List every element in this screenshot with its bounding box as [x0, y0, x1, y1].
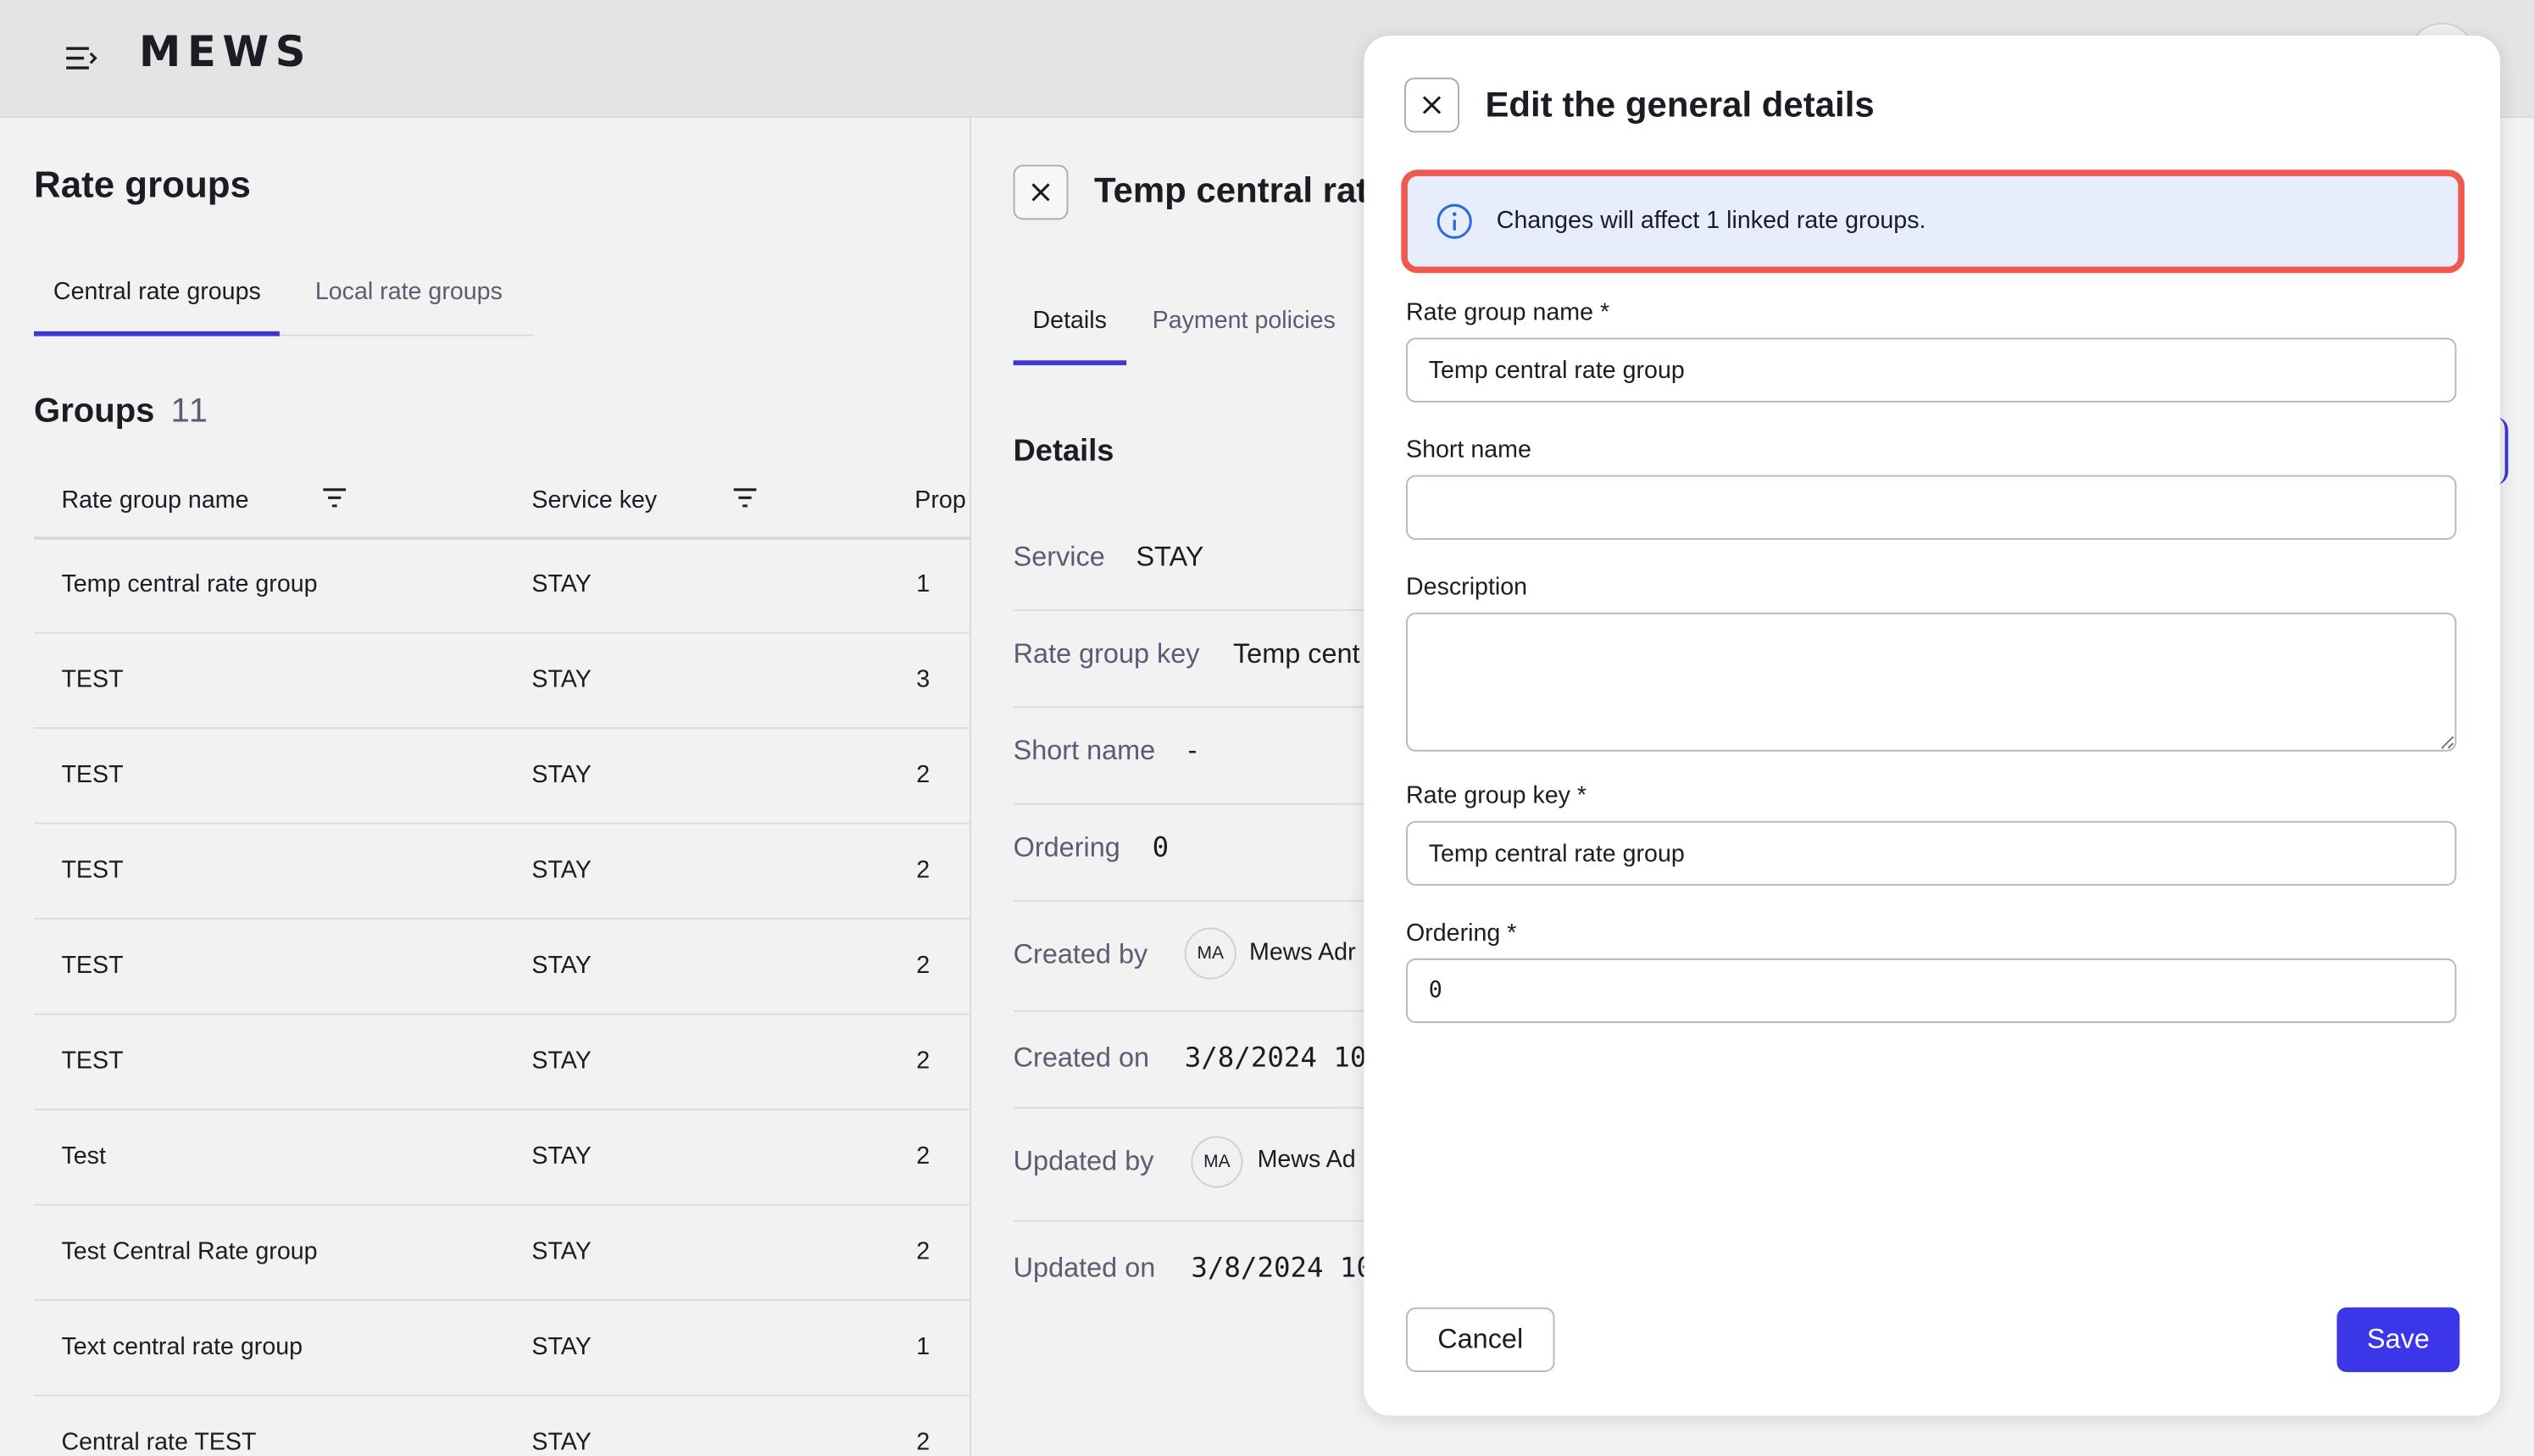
- cancel-button[interactable]: Cancel: [1406, 1307, 1555, 1372]
- cell-rate-group-name: Test: [61, 1142, 106, 1170]
- tab-local-rate-groups[interactable]: Local rate groups: [296, 264, 522, 331]
- cell-service-key: STAY: [531, 1333, 592, 1361]
- cell-rate-group-name: TEST: [61, 665, 124, 694]
- filter-icon[interactable]: [321, 486, 347, 509]
- cell-rate-group-name: Test Central Rate group: [61, 1237, 318, 1266]
- cell-properties: 1: [916, 570, 931, 598]
- table-row[interactable]: TEST STAY 2: [34, 729, 970, 825]
- cell-service-key: STAY: [531, 1428, 592, 1456]
- table-row[interactable]: Central rate TEST STAY 2: [34, 1397, 970, 1456]
- cell-service-key: STAY: [531, 665, 592, 694]
- cell-service-key: STAY: [531, 1047, 592, 1075]
- detail-value: Mews Ad: [1257, 1145, 1356, 1174]
- detail-label: Updated on: [1013, 1252, 1156, 1284]
- table-row[interactable]: TEST STAY 3: [34, 634, 970, 730]
- table-row[interactable]: TEST STAY 2: [34, 920, 970, 1015]
- table-row[interactable]: Temp central rate group STAY 1: [34, 538, 970, 634]
- detail-label: Created by: [1013, 938, 1148, 970]
- cell-service-key: STAY: [531, 952, 592, 980]
- cell-service-key: STAY: [531, 570, 592, 598]
- cell-properties: 2: [916, 856, 931, 885]
- cell-rate-group-name: TEST: [61, 1047, 124, 1075]
- cell-properties: 2: [916, 952, 931, 980]
- column-header-rate-group-name[interactable]: Rate group name: [61, 486, 248, 514]
- save-button[interactable]: Save: [2337, 1307, 2460, 1372]
- detail-label: Short name: [1013, 735, 1156, 766]
- groups-heading: Groups 11: [34, 392, 209, 431]
- cell-rate-group-name: Temp central rate group: [61, 570, 318, 598]
- detail-value: 0: [1152, 832, 1170, 865]
- rate-group-key-label: Rate group key *: [1406, 781, 1587, 810]
- menu-icon[interactable]: [61, 39, 100, 78]
- detail-value: 3/8/2024 10:: [1191, 1252, 1390, 1285]
- cell-service-key: STAY: [531, 761, 592, 789]
- cell-properties: 2: [916, 761, 931, 789]
- detail-value: -: [1187, 735, 1198, 766]
- cell-properties: 3: [916, 665, 931, 694]
- detail-label: Created on: [1013, 1042, 1150, 1074]
- cell-properties: 2: [916, 1047, 931, 1075]
- tab-details[interactable]: Details: [1013, 289, 1126, 365]
- table-row[interactable]: Test STAY 2: [34, 1110, 970, 1206]
- rate-groups-table: Temp central rate group STAY 1 TEST STAY 3 T…: [34, 538, 970, 1456]
- ordering-input[interactable]: [1406, 958, 2457, 1024]
- detail-value: STAY: [1136, 541, 1204, 573]
- details-heading: Details: [1013, 434, 1114, 470]
- cell-properties: 1: [916, 1333, 931, 1361]
- table-row[interactable]: TEST STAY 2: [34, 1015, 970, 1111]
- tab-central-rate-groups[interactable]: Central rate groups: [34, 264, 281, 336]
- alert-message: Changes will affect 1 linked rate groups…: [1496, 207, 1926, 235]
- rate-groups-panel: Rate groups Central rate groups Local ra…: [0, 118, 972, 1456]
- rate-group-name-label: Rate group name *: [1406, 298, 1610, 327]
- description-label: Description: [1406, 573, 1528, 602]
- table-row[interactable]: Test Central Rate group STAY 2: [34, 1206, 970, 1302]
- dialog-title: Edit the general details: [1485, 84, 1875, 125]
- table-row[interactable]: Text central rate group STAY 1: [34, 1301, 970, 1397]
- cell-properties: 2: [916, 1428, 931, 1456]
- close-icon: [1031, 183, 1050, 202]
- cell-rate-group-name: Central rate TEST: [61, 1428, 257, 1456]
- close-dialog-button[interactable]: [1404, 77, 1459, 133]
- rate-group-tabs: Central rate groups Local rate groups: [34, 264, 534, 336]
- table-row[interactable]: TEST STAY 2: [34, 825, 970, 920]
- cell-properties: 2: [916, 1237, 931, 1266]
- cell-service-key: STAY: [531, 856, 592, 885]
- table-header: Rate group name Service key Prop: [34, 477, 970, 540]
- page-title: Rate groups: [34, 163, 251, 206]
- edit-general-details-dialog: Edit the general details Changes will af…: [1364, 35, 2500, 1416]
- detail-label: Rate group key: [1013, 638, 1200, 670]
- avatar: MA: [1191, 1136, 1243, 1188]
- tab-payment-policies[interactable]: Payment policies: [1133, 289, 1355, 360]
- info-alert: Changes will affect 1 linked rate groups…: [1401, 169, 2465, 274]
- cell-properties: 2: [916, 1142, 931, 1170]
- detail-label: Service: [1013, 541, 1105, 573]
- column-header-properties[interactable]: Prop: [914, 486, 965, 514]
- detail-title: Temp central rat: [1093, 169, 1369, 210]
- cell-rate-group-name: TEST: [61, 856, 124, 885]
- ordering-label: Ordering *: [1406, 920, 1517, 948]
- avatar: MA: [1184, 927, 1236, 980]
- cell-rate-group-name: TEST: [61, 952, 124, 980]
- cell-service-key: STAY: [531, 1142, 592, 1170]
- groups-count: 11: [170, 392, 209, 431]
- detail-value: Temp cent: [1232, 638, 1360, 670]
- cell-service-key: STAY: [531, 1237, 592, 1266]
- column-header-service-key[interactable]: Service key: [531, 486, 657, 514]
- groups-label: Groups: [34, 392, 155, 431]
- rate-group-key-input[interactable]: [1406, 820, 2457, 886]
- description-textarea[interactable]: [1406, 612, 2457, 752]
- mews-logo[interactable]: MEWS: [139, 29, 312, 77]
- rate-group-name-input[interactable]: [1406, 337, 2457, 403]
- cell-rate-group-name: Text central rate group: [61, 1333, 303, 1361]
- short-name-input[interactable]: [1406, 475, 2457, 540]
- filter-icon[interactable]: [732, 486, 759, 509]
- short-name-label: Short name: [1406, 436, 1531, 464]
- detail-label: Ordering: [1013, 832, 1120, 864]
- close-icon: [1422, 96, 1442, 114]
- close-detail-button[interactable]: [1013, 164, 1069, 220]
- info-icon: [1436, 203, 1472, 239]
- detail-label: Updated by: [1013, 1145, 1154, 1177]
- detail-value: Mews Adr: [1249, 938, 1356, 967]
- cell-rate-group-name: TEST: [61, 761, 124, 789]
